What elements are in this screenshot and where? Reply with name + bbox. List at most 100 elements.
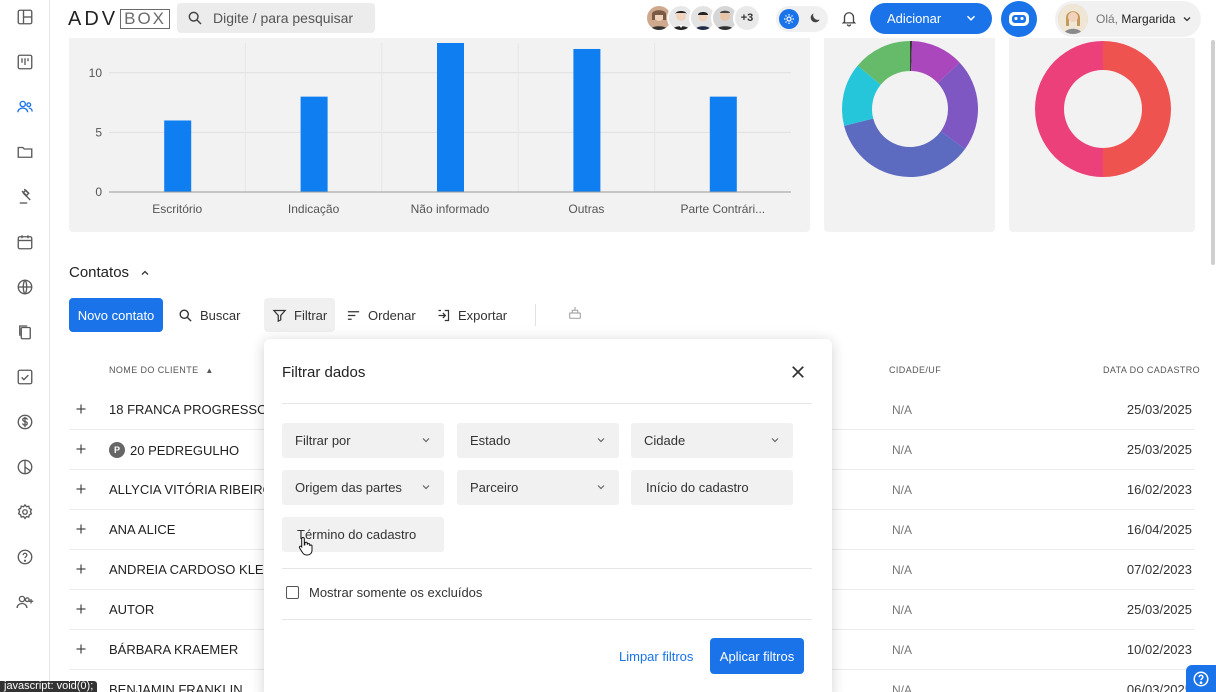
contact-city: N/A	[892, 443, 913, 457]
origin-bar-chart: 0 5 10 Escritório Indicação Não informado Outr…	[69, 38, 810, 232]
clear-filters-button[interactable]: Limpar filtros	[619, 649, 693, 664]
contact-name[interactable]: P 20 PEDREGULHO	[109, 442, 239, 458]
contact-date: 10/02/2023	[1126, 642, 1192, 657]
parties-origin-select[interactable]: Origem das partes	[282, 470, 444, 505]
globe-icon[interactable]	[16, 278, 34, 296]
help-icon	[1193, 671, 1209, 686]
theme-toggle[interactable]	[776, 6, 828, 32]
x-tick-label: Parte Contrári...	[680, 202, 765, 216]
contact-date: 25/03/2025	[1126, 602, 1192, 617]
contacts-icon[interactable]	[16, 98, 34, 116]
contact-name[interactable]: ANA ALICE	[109, 522, 175, 537]
reports-icon[interactable]	[16, 458, 34, 476]
plus-icon[interactable]	[75, 603, 87, 615]
layout-icon[interactable]	[16, 8, 34, 26]
x-tick-label: Não informado	[411, 202, 490, 216]
donut-slice	[1035, 41, 1103, 177]
filter-button[interactable]: Filtrar	[264, 298, 336, 332]
bar	[164, 120, 192, 192]
bar	[437, 43, 464, 192]
moon-icon[interactable]	[808, 11, 822, 25]
search-icon	[179, 309, 192, 322]
settings-icon[interactable]	[16, 503, 34, 521]
filter-by-select[interactable]: Filtrar por	[282, 423, 444, 458]
plus-icon[interactable]	[75, 443, 87, 455]
bulk-action-icon[interactable]	[567, 305, 583, 321]
city-select[interactable]: Cidade	[631, 423, 793, 458]
modal-title: Filtrar dados	[282, 364, 366, 381]
show-deleted-label[interactable]: Mostrar somente os excluídos	[309, 585, 482, 600]
contact-name[interactable]: BENJAMIN FRANKLIN	[109, 682, 243, 692]
donut-chart-svg	[1035, 41, 1171, 177]
advbox-logo[interactable]: ADV BOX	[68, 8, 171, 30]
bell-icon[interactable]	[840, 9, 858, 27]
team-avatars[interactable]: +3	[645, 4, 761, 34]
chevron-up-icon[interactable]	[139, 267, 151, 279]
chevron-down-icon	[966, 15, 976, 21]
plus-icon[interactable]	[75, 643, 87, 655]
page-scrollbar[interactable]	[1211, 40, 1215, 265]
more-avatars-count[interactable]: +3	[733, 4, 761, 32]
search-button[interactable]: Buscar	[178, 298, 240, 332]
add-button[interactable]: Adicionar	[870, 3, 992, 34]
state-select[interactable]: Estado	[457, 423, 619, 458]
contact-name[interactable]: BÁRBARA KRAEMER	[109, 642, 238, 657]
search-icon	[188, 11, 202, 25]
close-icon[interactable]	[789, 363, 807, 381]
bar	[300, 96, 328, 192]
documents-icon[interactable]	[16, 323, 34, 341]
partner-select[interactable]: Parceiro	[457, 470, 619, 505]
contact-city: N/A	[892, 563, 913, 577]
apply-filters-button[interactable]: Aplicar filtros	[710, 638, 804, 674]
user-menu[interactable]: Olá, Margarida	[1055, 1, 1201, 37]
tasks-icon[interactable]	[16, 368, 34, 386]
app-root: ADV BOX Digite / para pesquisar +3 Adici…	[0, 0, 1216, 692]
assistant-bot-icon[interactable]	[1001, 1, 1037, 37]
plus-icon[interactable]	[75, 483, 87, 495]
contact-name[interactable]: ANDREIA CARDOSO KLEIN	[109, 562, 277, 577]
plus-icon[interactable]	[75, 403, 87, 415]
y-tick-label: 10	[89, 66, 103, 80]
contact-name[interactable]: 18 FRANCA PROGRESSO	[109, 402, 267, 417]
toolbar-divider	[535, 304, 536, 326]
avatar	[1058, 4, 1088, 34]
add-user-icon[interactable]	[16, 593, 34, 611]
column-header-name[interactable]: NOME DO CLIENTE ▲	[109, 365, 214, 375]
bar	[573, 48, 601, 193]
contact-name[interactable]: AUTOR	[109, 602, 154, 617]
column-header-city[interactable]: CIDADE/UF	[889, 365, 941, 375]
new-contact-button[interactable]: Novo contato	[69, 298, 163, 332]
gavel-icon[interactable]	[16, 188, 34, 206]
start-date-field[interactable]: Início do cadastro	[631, 470, 793, 505]
calendar-icon[interactable]	[16, 233, 34, 251]
donut-slice	[1103, 41, 1171, 177]
column-header-date[interactable]: DATA DO CADASTRO	[1103, 365, 1200, 375]
contact-date: 06/03/2025	[1126, 682, 1192, 692]
contact-city: N/A	[892, 483, 913, 497]
contact-name[interactable]: ALLYCIA VITÓRIA RIBEIRO	[109, 482, 273, 497]
filter-icon	[272, 309, 287, 322]
chevron-down-icon	[422, 438, 430, 443]
help-fab[interactable]	[1186, 665, 1216, 692]
y-tick-label: 0	[95, 185, 102, 199]
donut-chart-card	[824, 38, 995, 232]
global-search[interactable]: Digite / para pesquisar	[177, 3, 375, 33]
bar-chart-svg: 0 5 10 Escritório Indicação Não informado Outr…	[89, 43, 791, 216]
chevron-down-icon	[1183, 17, 1191, 22]
plus-icon[interactable]	[75, 523, 87, 535]
plus-icon[interactable]	[75, 563, 87, 575]
modal-divider	[282, 619, 812, 620]
modal-divider	[282, 403, 812, 404]
top-header: ADV BOX Digite / para pesquisar +3 Adici…	[51, 0, 1216, 38]
filter-modal: Filtrar dados Filtrar por Estado Cidade …	[264, 339, 832, 692]
sun-icon[interactable]	[779, 9, 799, 29]
chevron-down-icon	[597, 438, 605, 443]
help-icon[interactable]	[16, 548, 34, 566]
kanban-icon[interactable]	[16, 53, 34, 71]
sort-button[interactable]: Ordenar	[346, 298, 416, 332]
finance-icon[interactable]	[16, 413, 34, 431]
show-deleted-checkbox[interactable]	[286, 586, 299, 599]
section-title[interactable]: Contatos	[69, 264, 151, 281]
export-button[interactable]: Exportar	[436, 298, 507, 332]
folder-icon[interactable]	[16, 143, 34, 161]
